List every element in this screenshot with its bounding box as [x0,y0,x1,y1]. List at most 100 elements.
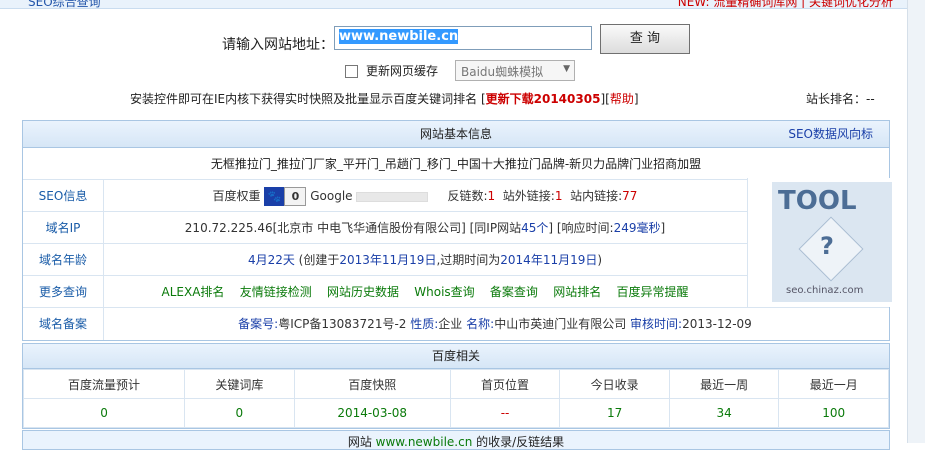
seo-trend-link[interactable]: SEO数据风向标 [788,121,873,147]
top-bar-left-link[interactable]: SEO综合查询 [28,0,101,8]
icp-type-label: 性质: [410,317,439,331]
site-title-row: 无框推拉门_推拉门厂家_平开门_吊趟门_移门_中国十大推拉门品牌-新贝力品牌门业… [23,148,889,180]
baidu-title: 百度相关 [431,349,480,363]
icp-row: 域名备案 备案号:粤ICP备13083721号-2 性质:企业 名称:中山市英迪… [23,308,889,340]
friend-links-check-link[interactable]: 友情链接检测 [240,285,312,299]
response-time-value: 249毫秒 [613,221,661,235]
baidu-values-row: 0 0 2014-03-08 -- 17 34 100 [22,398,889,428]
created-date: 2013年11月19日 [339,253,437,267]
cache-checkbox[interactable] [345,65,358,78]
url-input-value: www.newbile.cn [339,29,459,44]
domain-age-label[interactable]: 域名年龄 [23,244,104,275]
value-keywords[interactable]: 0 [184,398,295,428]
alexa-rank-link[interactable]: ALEXA排名 [162,285,225,299]
header-week: 最近一周 [668,369,780,399]
icp-no-value: 粤ICP备13083721号-2 [278,317,407,331]
footer-prefix: 网站 [347,435,372,449]
value-today[interactable]: 17 [559,398,670,428]
vertical-scrollbar[interactable] [907,0,925,443]
tool-caption: seo.chinaz.com [786,285,864,296]
top-bar: SEO综合查询 NEW: 流量精确词库网 | 关键词优化分析 [0,0,925,9]
cache-option[interactable]: 更新网页缓存 [345,62,438,79]
baidu-panel: 百度相关 百度流量预计 关键词库 百度快照 首页位置 今日收录 最近一周 最近一… [22,343,890,429]
baidu-weight-value: 0 [284,187,307,206]
tool-brand: TOOL [778,186,857,216]
icp-label[interactable]: 域名备案 [23,308,104,340]
spider-select-value: Baidu蜘蛛模拟 [461,65,544,79]
url-input[interactable]: www.newbile.cn [334,26,592,50]
domain-ip-label[interactable]: 域名IP [23,212,104,243]
install-text: 安装控件即可在IE内核下获得实时快照及批量显示百度关键词排名 [130,92,478,106]
help-link[interactable]: 帮助 [610,92,634,106]
ip-location: [北京市 中电飞华通信股份有限公司] [272,221,466,235]
value-homepage: -- [449,398,561,428]
url-label: 请输入网站地址： [222,37,334,53]
header-month: 最近一月 [778,369,889,399]
ip-address: 210.72.225.46 [184,221,273,235]
install-notice: 安装控件即可在IE内核下获得实时快照及批量显示百度关键词排名 [更新下载2014… [130,92,639,106]
value-month[interactable]: 100 [778,398,889,428]
domain-age-content: 4月22天 (创建于2013年11月19日,过期时间为2014年11月19日) [103,244,747,276]
paw-icon[interactable]: 🐾 [264,187,285,206]
cache-label: 更新网页缓存 [366,64,439,78]
same-ip-count[interactable]: 45个 [521,221,548,235]
icp-content: 备案号:粤ICP备13083721号-2 性质:企业 名称:中山市英迪门业有限公… [103,308,887,340]
value-week[interactable]: 34 [668,398,780,428]
icp-no-label: 备案号: [238,317,279,331]
baidu-header: 百度相关 [23,344,889,369]
seo-info-label[interactable]: SEO信息 [23,180,104,211]
question-icon: ? [820,232,834,260]
domain-ip-content: 210.72.225.46[北京市 中电飞华通信股份有限公司] [同IP网站45… [103,212,747,244]
baidu-header-row: 百度流量预计 关键词库 百度快照 首页位置 今日收录 最近一周 最近一月 [22,369,889,399]
query-button[interactable]: 查 询 [600,24,690,54]
header-snapshot: 百度快照 [293,369,451,399]
value-snapshot[interactable]: 2014-03-08 [293,398,451,428]
internal-links-label: 站内链接: [570,189,623,203]
more-queries-label: 更多查询 [23,276,104,307]
top-bar-right-link[interactable]: NEW: 流量精确词库网 | 关键词优化分析 [678,0,893,8]
value-traffic[interactable]: 0 [22,398,186,428]
domain-age-suffix: ) [597,253,603,267]
whois-link[interactable]: Whois查询 [414,285,474,299]
icp-name-label: 名称: [466,317,495,331]
more-queries-content: ALEXA排名 友情链接检测 网站历史数据 Whois查询 备案查询 网站排名 … [103,276,747,308]
tool-placeholder: TOOL ? seo.chinaz.com [772,182,892,302]
baidu-alert-link[interactable]: 百度异常提醒 [616,285,688,299]
google-label: Google [310,189,353,203]
response-time-prefix: [响应时间: [556,221,614,235]
basic-info-panel: 网站基本信息 SEO数据风向标 无框推拉门_推拉门厂家_平开门_吊趟门_移门_中… [22,120,892,341]
backlinks-value[interactable]: 1 [488,189,496,203]
header-traffic: 百度流量预计 [22,369,186,399]
baidu-weight-label: 百度权重 [212,189,261,203]
basic-info-title: 网站基本信息 [419,127,492,141]
index-results-header: 网站 www.newbile.cn 的收录/反链结果 [22,430,890,450]
response-time-suffix: ] [660,221,666,235]
rank-label: 站长排名： [806,92,867,106]
expire-prefix: ,过期时间为 [436,253,501,267]
download-link[interactable]: 更新下载20140305 [486,92,601,106]
created-prefix: (创建于 [298,253,340,267]
site-rank-link[interactable]: 网站排名 [553,285,601,299]
backlinks-label: 反链数: [447,189,488,203]
basic-info-header: 网站基本信息 SEO数据风向标 [23,121,889,148]
site-history-link[interactable]: 网站历史数据 [327,285,399,299]
spider-select[interactable]: Baidu蜘蛛模拟 ▼ [455,60,575,81]
footer-site-link[interactable]: www.newbile.cn [376,435,473,449]
external-links-label: 站外链接: [502,189,555,203]
icp-date-label: 审核时间: [630,317,683,331]
icp-type-value: 企业 [438,317,463,331]
chevron-down-icon: ▼ [563,64,570,74]
footer-suffix: 的收录/反链结果 [476,435,565,449]
external-links-value[interactable]: 1 [555,189,563,203]
header-homepage: 首页位置 [449,369,561,399]
icp-date-value: 2013-12-09 [682,317,752,331]
header-today: 今日收录 [559,369,670,399]
icp-query-link[interactable]: 备案查询 [490,285,538,299]
internal-links-value[interactable]: 77 [622,189,637,203]
google-pr-bar [356,191,429,202]
header-keywords: 关键词库 [184,369,295,399]
rank-value: -- [866,92,875,106]
baidu-table: 百度流量预计 关键词库 百度快照 首页位置 今日收录 最近一周 最近一月 0 0… [22,369,889,428]
domain-age-value[interactable]: 4月22天 [248,253,295,267]
same-ip-prefix: [同IP网站 [469,221,522,235]
